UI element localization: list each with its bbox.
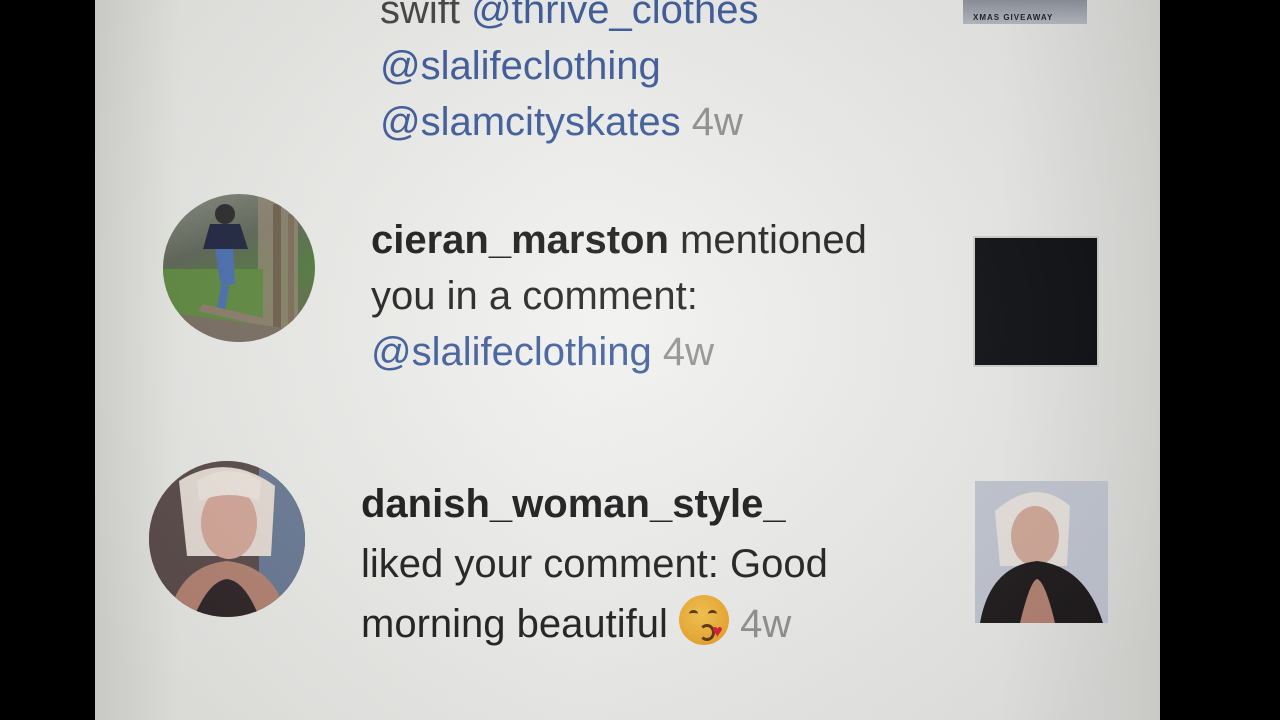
- avatar-danish-woman-style[interactable]: [149, 461, 305, 617]
- photo-of-screen: swift @thrive_clothes @slalifeclothing @…: [0, 0, 1280, 720]
- avatar-photo-woman: [149, 461, 305, 617]
- mention-slamcityskates[interactable]: @slamcityskates: [380, 100, 681, 144]
- notification-3-action: liked your comment: Good: [361, 542, 828, 586]
- notification-3-action-line2: morning beautiful: [361, 602, 679, 646]
- notification-3-text[interactable]: danish_woman_style_ liked your comment: …: [361, 474, 961, 654]
- post-photo-woman: [975, 481, 1108, 623]
- notification-1-post-thumbnail[interactable]: XMAS GIVEAWAY: [963, 0, 1087, 24]
- thumbnail-caption: XMAS GIVEAWAY: [973, 13, 1054, 22]
- notification-2-post-thumbnail[interactable]: [975, 238, 1097, 365]
- notification-2-action: mentioned: [668, 218, 867, 262]
- notification-1-time: 4w: [691, 100, 743, 144]
- avatar-photo-skater: [163, 194, 315, 342]
- activity-feed-screen: swift @thrive_clothes @slalifeclothing @…: [95, 0, 1160, 720]
- mention-slalifeclothing-2[interactable]: @slalifeclothing: [371, 330, 652, 374]
- kissing-face-with-heart-icon: ♥: [678, 595, 729, 645]
- notification-2-text[interactable]: cieran_marston mentioned you in a commen…: [371, 212, 961, 380]
- notification-1-prefix: swift: [380, 0, 472, 32]
- avatar-cieran-marston[interactable]: [163, 194, 315, 342]
- mention-slalifeclothing[interactable]: @slalifeclothing: [380, 44, 661, 88]
- mention-thrive-clothes[interactable]: @thrive_clothes: [471, 0, 758, 32]
- notification-2-time: 4w: [662, 330, 715, 374]
- notification-3-post-thumbnail[interactable]: [975, 481, 1108, 623]
- username-danish-woman-style[interactable]: danish_woman_style_: [361, 482, 786, 526]
- notification-2-action-line2: you in a comment:: [371, 274, 698, 318]
- username-cieran-marston[interactable]: cieran_marston: [371, 218, 669, 262]
- notification-3-time: 4w: [740, 602, 792, 646]
- notification-1-text: swift @thrive_clothes @slalifeclothing @…: [380, 0, 940, 150]
